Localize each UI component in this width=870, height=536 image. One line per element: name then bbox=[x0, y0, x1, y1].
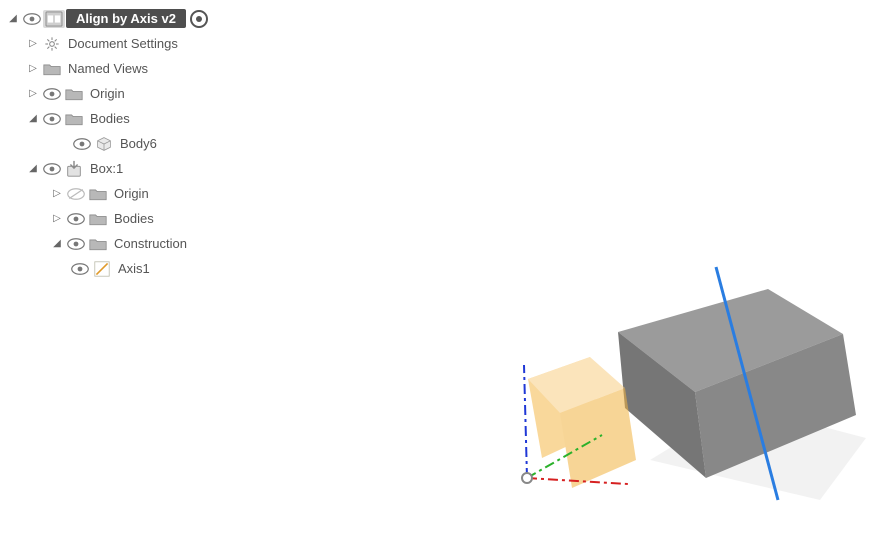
origin-axes bbox=[522, 365, 628, 484]
tree-item-label: Box:1 bbox=[86, 161, 131, 176]
tree-item-label: Axis1 bbox=[114, 261, 158, 276]
browser-tree: ◢ Align by Axis v2 ▷ Document Settings ▷… bbox=[6, 6, 208, 281]
folder-icon bbox=[88, 209, 108, 229]
tree-item-box-origin[interactable]: ▷ Origin bbox=[6, 181, 208, 206]
insert-component-icon bbox=[64, 159, 84, 179]
visibility-icon[interactable] bbox=[42, 109, 62, 129]
folder-icon bbox=[88, 234, 108, 254]
gear-icon bbox=[42, 34, 62, 54]
body-icon bbox=[94, 134, 114, 154]
visibility-icon[interactable] bbox=[22, 9, 42, 29]
tree-item-bodies[interactable]: ◢ Bodies bbox=[6, 106, 208, 131]
folder-icon bbox=[88, 184, 108, 204]
component-icon bbox=[44, 9, 64, 29]
expand-toggle[interactable]: ◢ bbox=[26, 109, 40, 129]
box-geometry bbox=[618, 289, 856, 478]
visibility-icon[interactable] bbox=[72, 134, 92, 154]
axis-icon bbox=[92, 259, 112, 279]
tree-item-label: Named Views bbox=[64, 61, 156, 76]
expand-toggle[interactable]: ▷ bbox=[50, 184, 64, 204]
visibility-icon[interactable] bbox=[66, 209, 86, 229]
tree-item-named-views[interactable]: ▷ Named Views bbox=[6, 56, 208, 81]
tree-item-box1[interactable]: ◢ Box:1 bbox=[6, 156, 208, 181]
construction-axis bbox=[716, 267, 778, 500]
visibility-hidden-icon[interactable] bbox=[66, 184, 86, 204]
folder-icon bbox=[64, 109, 84, 129]
tree-root-row[interactable]: ◢ Align by Axis v2 bbox=[6, 6, 208, 31]
activate-radio[interactable] bbox=[190, 10, 208, 28]
tree-item-label: Construction bbox=[110, 236, 195, 251]
tree-item-origin[interactable]: ▷ Origin bbox=[6, 81, 208, 106]
tree-item-axis1[interactable]: Axis1 bbox=[6, 256, 208, 281]
tree-item-label: Bodies bbox=[86, 111, 138, 126]
expand-toggle[interactable]: ▷ bbox=[50, 209, 64, 229]
tree-item-label: Origin bbox=[110, 186, 157, 201]
visibility-icon[interactable] bbox=[70, 259, 90, 279]
visibility-icon[interactable] bbox=[42, 84, 62, 104]
expand-toggle[interactable]: ▷ bbox=[26, 59, 40, 79]
tree-item-label: Bodies bbox=[110, 211, 162, 226]
folder-icon bbox=[42, 59, 62, 79]
expand-toggle[interactable]: ◢ bbox=[26, 159, 40, 179]
tree-root-label: Align by Axis v2 bbox=[66, 9, 186, 28]
tree-item-label: Document Settings bbox=[64, 36, 186, 51]
tree-item-label: Origin bbox=[86, 86, 133, 101]
visibility-icon[interactable] bbox=[42, 159, 62, 179]
tree-item-document-settings[interactable]: ▷ Document Settings bbox=[6, 31, 208, 56]
folder-icon bbox=[64, 84, 84, 104]
visibility-icon[interactable] bbox=[66, 234, 86, 254]
tree-item-label: Body6 bbox=[116, 136, 165, 151]
tree-item-construction[interactable]: ◢ Construction bbox=[6, 231, 208, 256]
expand-toggle[interactable]: ◢ bbox=[6, 9, 20, 29]
expand-toggle[interactable]: ▷ bbox=[26, 84, 40, 104]
origin-planes bbox=[528, 357, 636, 488]
tree-item-body6[interactable]: Body6 bbox=[6, 131, 208, 156]
expand-toggle[interactable]: ◢ bbox=[50, 234, 64, 254]
expand-toggle[interactable]: ▷ bbox=[26, 34, 40, 54]
tree-item-box-bodies[interactable]: ▷ Bodies bbox=[6, 206, 208, 231]
